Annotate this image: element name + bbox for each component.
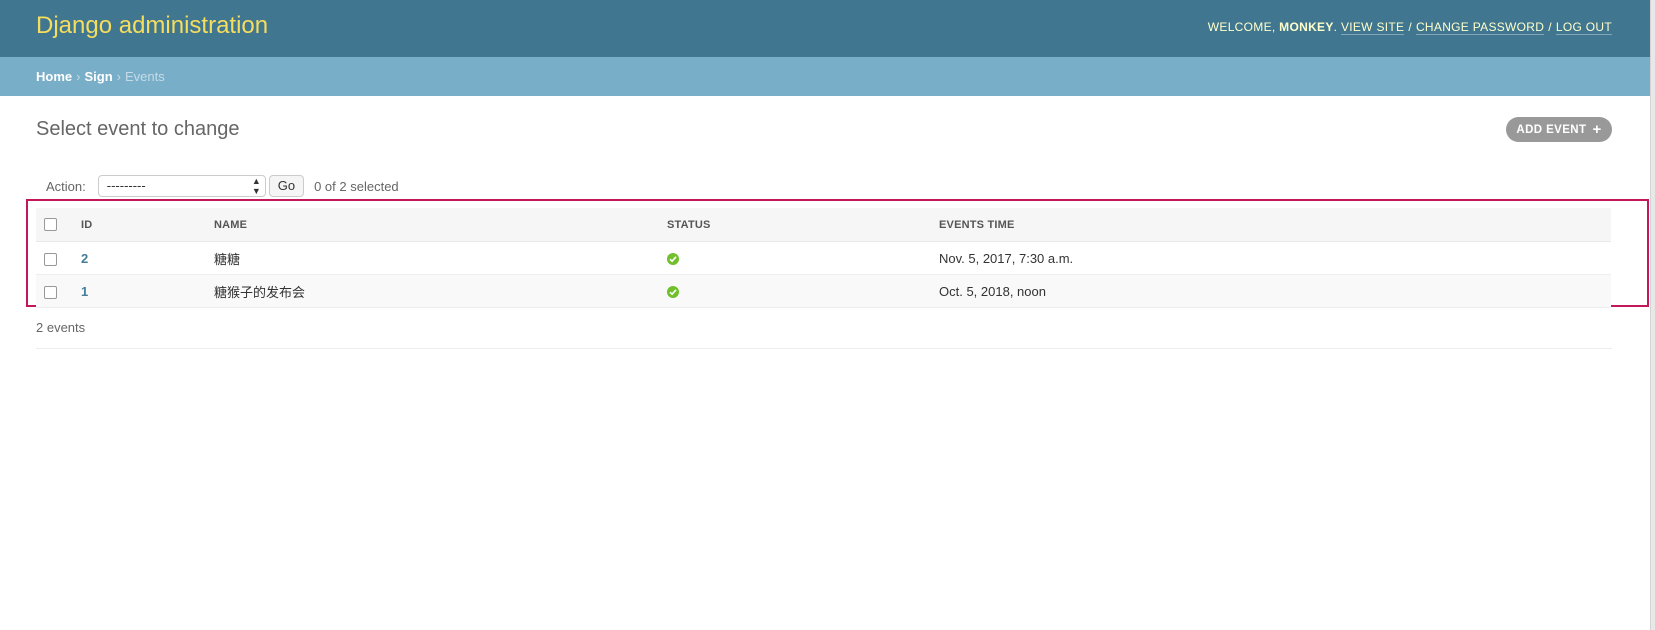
event-time: Oct. 5, 2018, noon [939, 274, 1611, 308]
id-cell: 2 [81, 241, 214, 275]
scrollbar[interactable] [1650, 0, 1655, 630]
column-header-status[interactable]: STATUS [667, 208, 939, 242]
plus-icon: + [1592, 121, 1602, 138]
event-name: 糖糖 [214, 241, 667, 275]
row-checkbox[interactable] [44, 252, 57, 266]
username: MONKEY [1279, 20, 1334, 34]
add-event-button[interactable]: ADD EVENT + [1506, 117, 1612, 142]
paginator: 2 events [36, 320, 1612, 349]
column-header-id[interactable]: ID [81, 208, 214, 242]
select-all-checkbox[interactable] [44, 218, 57, 231]
event-id-link[interactable]: 1 [81, 284, 88, 299]
select-arrows-icon: ▲ ▼ [251, 176, 261, 196]
page-title: Select event to change [36, 118, 240, 140]
user-tools: WELCOME, MONKEY. VIEW SITE / CHANGE PASSWO… [1207, 20, 1612, 35]
column-header-events-time[interactable]: EVENTS TIME [939, 208, 1611, 242]
event-time: Nov. 5, 2017, 7:30 a.m. [939, 241, 1611, 275]
column-header-name[interactable]: NAME [214, 208, 667, 242]
change-password-link[interactable]: CHANGE PASSWORD [1415, 20, 1545, 35]
breadcrumb: Home › Sign › Events [0, 57, 1650, 96]
add-event-label: ADD EVENT [1516, 123, 1587, 136]
action-select[interactable]: --------- ▲ ▼ [97, 175, 266, 197]
result-list-table: ID NAME STATUS EVENTS TIME 2 糖糖 Nov. 5, … [36, 208, 1611, 308]
go-button[interactable]: Go [268, 175, 305, 197]
table-row: 1 糖猴子的发布会 Oct. 5, 2018, noon [36, 274, 1611, 308]
select-all-cell [36, 208, 81, 242]
log-out-link[interactable]: LOG OUT [1555, 20, 1612, 35]
header-bar: Django administration WELCOME, MONKEY. V… [0, 0, 1650, 57]
row-select-cell [36, 274, 81, 308]
user-tools-separator: / [1548, 20, 1552, 34]
view-site-link[interactable]: VIEW SITE [1340, 20, 1405, 35]
selection-counter: 0 of 2 selected [314, 178, 399, 194]
event-id-link[interactable]: 2 [81, 251, 88, 266]
breadcrumb-current: Events [124, 69, 165, 84]
actions-bar: Action: --------- ▲ ▼ Go 0 of 2 selected [36, 173, 399, 199]
table-header-row: ID NAME STATUS EVENTS TIME [36, 208, 1611, 242]
status-cell [667, 274, 939, 308]
id-cell: 1 [81, 274, 214, 308]
breadcrumb-sign[interactable]: Sign [84, 69, 112, 84]
user-tools-separator: / [1408, 20, 1412, 34]
row-checkbox[interactable] [44, 285, 57, 299]
table-row: 2 糖糖 Nov. 5, 2017, 7:30 a.m. [36, 241, 1611, 275]
event-name: 糖猴子的发布会 [214, 274, 667, 308]
username-suffix: . [1333, 20, 1338, 34]
breadcrumb-separator: › [76, 69, 81, 84]
site-brand[interactable]: Django administration [36, 12, 268, 40]
breadcrumb-separator: › [116, 69, 121, 84]
welcome-text: WELCOME, [1207, 20, 1276, 34]
action-select-value: --------- [106, 178, 146, 193]
action-label: Action: [46, 178, 86, 194]
status-cell [667, 241, 939, 275]
row-select-cell [36, 241, 81, 275]
check-circle-icon [667, 286, 679, 299]
breadcrumb-home[interactable]: Home [36, 69, 72, 84]
check-circle-icon [667, 253, 679, 266]
